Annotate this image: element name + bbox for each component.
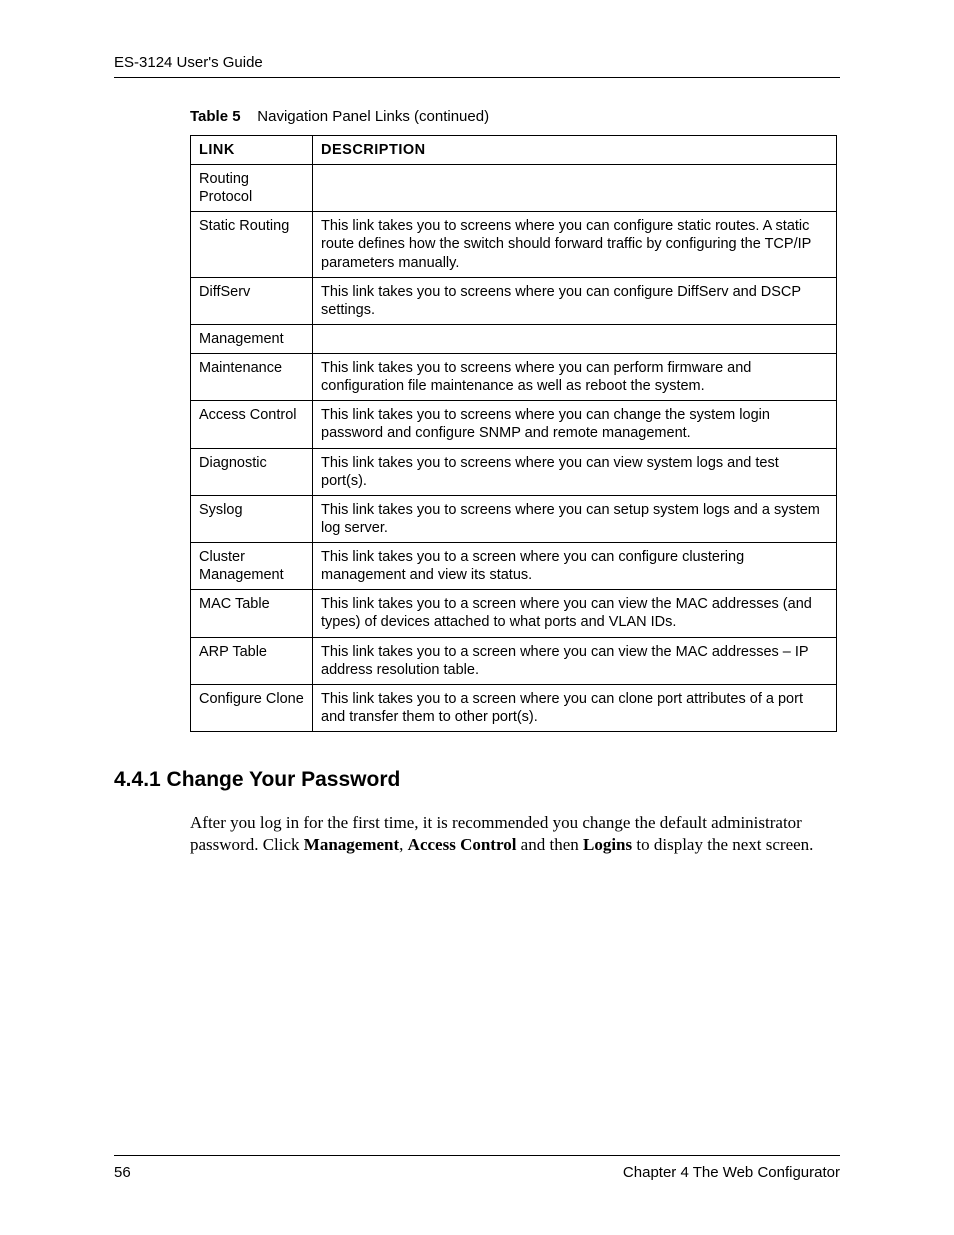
para-bold: Management — [304, 835, 399, 854]
cell-link: Routing Protocol — [191, 165, 313, 212]
cell-desc: This link takes you to screens where you… — [313, 495, 837, 542]
para-bold: Logins — [583, 835, 632, 854]
para-bold: Access Control — [408, 835, 517, 854]
cell-link: Diagnostic — [191, 448, 313, 495]
table-row: DiffServ This link takes you to screens … — [191, 277, 837, 324]
cell-link: Configure Clone — [191, 684, 313, 731]
table-row: Maintenance This link takes you to scree… — [191, 354, 837, 401]
chapter-title: Chapter 4 The Web Configurator — [623, 1164, 840, 1181]
para-text: to display the next screen. — [632, 835, 813, 854]
cell-desc — [313, 165, 837, 212]
cell-desc: This link takes you to screens where you… — [313, 448, 837, 495]
section-heading: 4.4.1 Change Your Password — [114, 768, 840, 792]
cell-desc: This link takes you to a screen where yo… — [313, 590, 837, 637]
cell-link: DiffServ — [191, 277, 313, 324]
cell-link: Syslog — [191, 495, 313, 542]
col-header-link: LINK — [191, 136, 313, 165]
cell-desc: This link takes you to a screen where yo… — [313, 543, 837, 590]
page-number: 56 — [114, 1164, 131, 1181]
table-row: Diagnostic This link takes you to screen… — [191, 448, 837, 495]
table-row: ARP Table This link takes you to a scree… — [191, 637, 837, 684]
cell-link: Access Control — [191, 401, 313, 448]
navigation-panel-links-table: LINK DESCRIPTION Routing Protocol Static… — [190, 135, 837, 732]
cell-link: Cluster Management — [191, 543, 313, 590]
page-footer: 56 Chapter 4 The Web Configurator — [114, 1155, 840, 1181]
cell-desc: This link takes you to screens where you… — [313, 212, 837, 277]
table-row: Cluster Management This link takes you t… — [191, 543, 837, 590]
table-row: Static Routing This link takes you to sc… — [191, 212, 837, 277]
cell-link: Management — [191, 324, 313, 353]
table-row: Configure Clone This link takes you to a… — [191, 684, 837, 731]
cell-desc: This link takes you to a screen where yo… — [313, 684, 837, 731]
cell-desc: This link takes you to screens where you… — [313, 354, 837, 401]
cell-desc: This link takes you to screens where you… — [313, 401, 837, 448]
page-header: ES-3124 User's Guide — [114, 54, 840, 78]
cell-link: ARP Table — [191, 637, 313, 684]
guide-title: ES-3124 User's Guide — [114, 54, 263, 71]
table-caption-prefix: Table 5 — [190, 108, 241, 125]
cell-link: MAC Table — [191, 590, 313, 637]
table-caption: Table 5 Navigation Panel Links (continue… — [190, 108, 840, 125]
cell-desc: This link takes you to a screen where yo… — [313, 637, 837, 684]
page-content: Table 5 Navigation Panel Links (continue… — [114, 108, 840, 856]
table-row: Access Control This link takes you to sc… — [191, 401, 837, 448]
col-header-description: DESCRIPTION — [313, 136, 837, 165]
table-row: Routing Protocol — [191, 165, 837, 212]
cell-link: Maintenance — [191, 354, 313, 401]
cell-link: Static Routing — [191, 212, 313, 277]
cell-desc: This link takes you to screens where you… — [313, 277, 837, 324]
table-row: MAC Table This link takes you to a scree… — [191, 590, 837, 637]
para-text: and then — [516, 835, 583, 854]
para-text: , — [399, 835, 408, 854]
table-row: Syslog This link takes you to screens wh… — [191, 495, 837, 542]
table-caption-text: Navigation Panel Links (continued) — [257, 108, 489, 125]
section-paragraph: After you log in for the first time, it … — [190, 812, 840, 856]
table-header-row: LINK DESCRIPTION — [191, 136, 837, 165]
table-row: Management — [191, 324, 837, 353]
cell-desc — [313, 324, 837, 353]
